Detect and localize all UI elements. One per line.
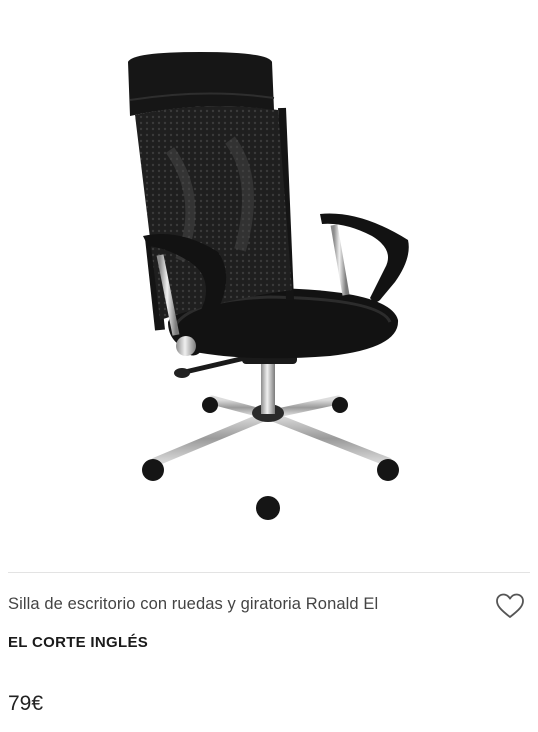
product-price: 79€ [8, 692, 44, 715]
favorite-button[interactable] [495, 592, 525, 620]
product-title[interactable]: Silla de escritorio con ruedas y girator… [8, 595, 478, 614]
product-brand: EL CORTE INGLÉS [8, 634, 149, 651]
divider [8, 572, 530, 573]
product-image[interactable] [0, 0, 538, 572]
heart-outline-icon [496, 593, 524, 618]
office-chair-image [128, 52, 409, 520]
product-card[interactable]: Silla de escritorio con ruedas y girator… [0, 0, 538, 732]
